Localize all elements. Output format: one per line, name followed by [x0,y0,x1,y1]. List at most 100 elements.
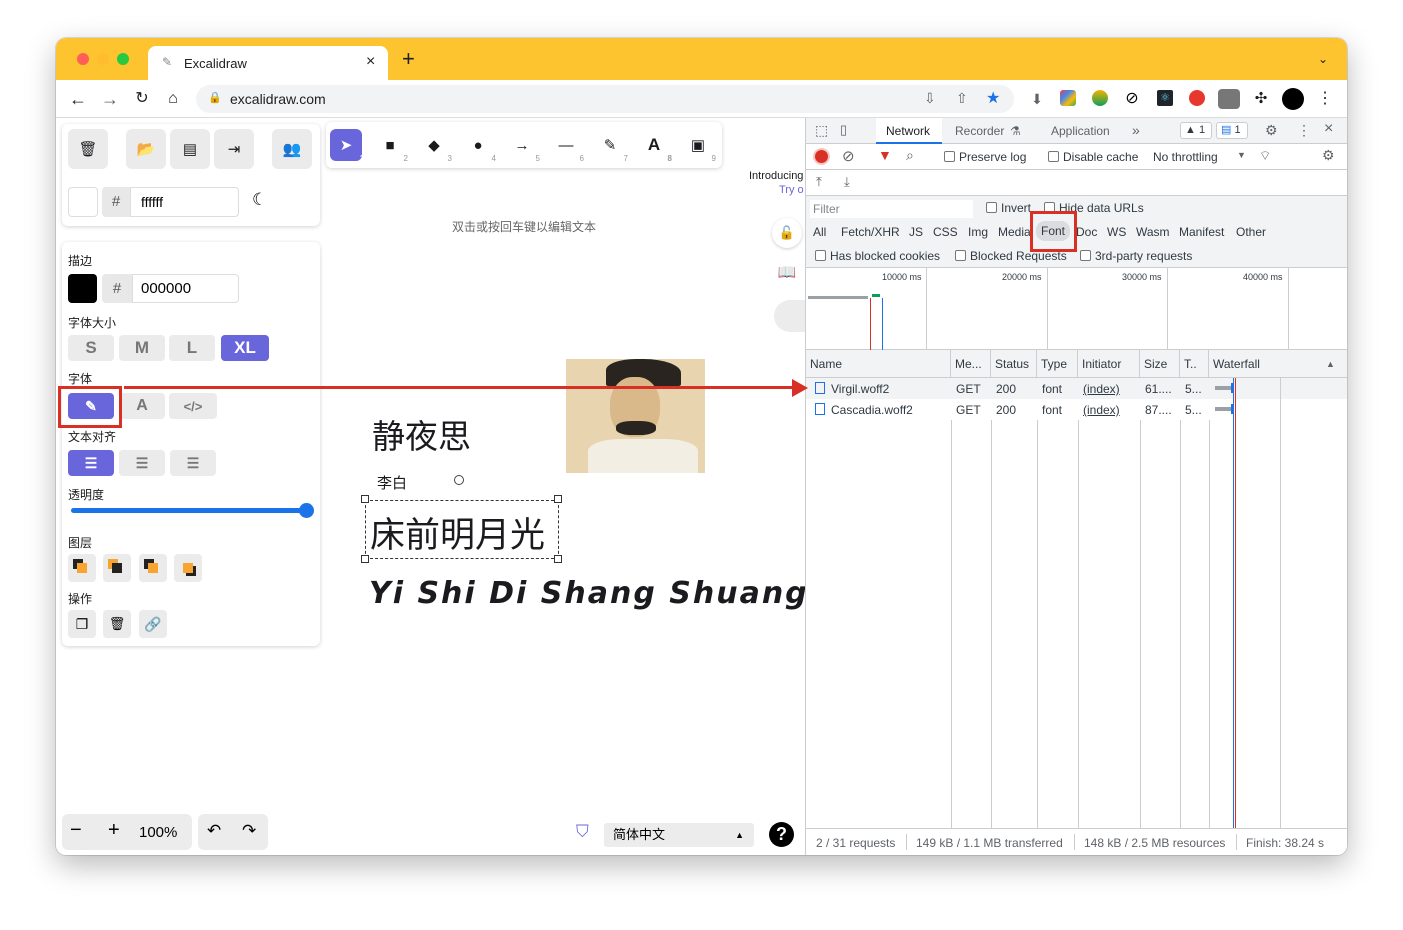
more-tabs-icon[interactable]: » [1132,122,1140,138]
export-har-icon[interactable]: ⤓ [844,174,850,190]
type-filter-manifest[interactable]: Manifest [1179,225,1224,239]
throttling-select[interactable]: No throttling [1153,150,1218,164]
rectangle-tool-button[interactable]: ■ 2 [374,129,408,164]
export-image-button[interactable]: ⇥ [214,129,254,169]
table-row[interactable]: Cascadia.woff2 GET 200 font (index) 87..… [806,399,1347,420]
align-left-button[interactable]: ☰ [68,450,114,476]
close-window-button[interactable] [77,53,89,65]
minimize-window-button[interactable] [97,53,109,65]
image-tool-button[interactable]: ▣ 9 [682,129,716,163]
diamond-tool-button[interactable]: ◆ 3 [418,129,452,163]
redo-icon[interactable]: ↷ [242,821,256,841]
third-party-checkbox[interactable]: 3rd-party requests [1080,249,1192,263]
font-size-s-button[interactable]: S [68,335,114,361]
rotate-handle[interactable] [454,475,464,485]
invert-checkbox[interactable]: Invert [986,201,1031,215]
align-center-button[interactable]: ☰ [119,450,165,476]
try-link[interactable]: Try o [779,184,804,196]
font-size-l-button[interactable]: L [169,335,215,361]
new-tab-button[interactable]: + [402,48,415,70]
draw-tool-button[interactable]: ✎ 7 [594,129,628,163]
extension-off-icon[interactable] [1218,89,1240,109]
disable-cache-checkbox[interactable]: Disable cache [1048,150,1138,164]
browser-tab[interactable]: ✎ Excalidraw × [148,46,388,80]
poem-pinyin[interactable]: Yi Shi Di Shang Shuang [369,576,809,611]
tab-application[interactable]: Application [1051,124,1110,138]
warnings-badge[interactable]: ▲ 1 [1180,122,1212,139]
network-conditions-icon[interactable]: ⌔ [1259,148,1271,164]
table-row[interactable]: Virgil.woff2 GET 200 font (index) 61....… [806,378,1347,399]
column-name[interactable]: Name [806,350,951,378]
react-devtools-icon[interactable]: ⚛ [1157,90,1173,106]
font-size-m-button[interactable]: M [119,335,165,361]
has-blocked-cookies-checkbox[interactable]: Has blocked cookies [815,249,940,263]
arrow-tool-button[interactable]: → 5 [506,129,541,164]
install-app-icon[interactable]: ⇩ [924,90,936,107]
resize-handle-sw[interactable] [361,555,369,563]
poem-line-1[interactable]: 床前明月光 [370,507,545,558]
preserve-log-checkbox[interactable]: Preserve log [944,150,1026,164]
bring-forward-button[interactable] [139,554,167,582]
portrait-image[interactable] [566,359,705,473]
close-tab-icon[interactable]: × [366,53,375,71]
live-collaboration-button[interactable]: 👥 [272,129,312,169]
link-button[interactable]: 🔗 [139,610,167,638]
filter-funnel-icon[interactable]: ▼ [878,147,892,163]
extension-block-icon[interactable]: ⊘ [1123,90,1141,108]
language-select[interactable]: 简体中文 ▲ [604,823,754,847]
bookmark-star-icon[interactable]: ★ [986,88,1000,108]
font-normal-button[interactable]: A [119,393,165,419]
open-button[interactable]: 📂 [126,129,166,169]
omnibox[interactable]: 🔒 excalidraw.com ⇩ ⇧ ★ [196,85,1014,113]
poem-author[interactable]: 李白 [377,472,407,493]
introducing-banner[interactable]: Introducing [749,170,803,182]
row-initiator[interactable]: (index) [1083,382,1120,396]
save-button[interactable]: ▤ [170,129,210,169]
zoom-level[interactable]: 100% [139,824,177,841]
extension-globe-icon[interactable] [1092,90,1108,106]
type-filter-media[interactable]: Media [998,225,1031,239]
tab-network[interactable]: Network [876,118,942,144]
ellipse-tool-button[interactable]: ● 4 [462,129,496,164]
library-button[interactable]: 📖 [772,258,802,288]
type-filter-doc[interactable]: Doc [1076,225,1097,239]
stroke-color-swatch[interactable] [68,274,97,303]
reload-icon[interactable]: ↻ [133,90,151,108]
network-settings-gear-icon[interactable]: ⚙ [1322,147,1335,164]
type-filter-ws[interactable]: WS [1107,225,1126,239]
delete-button[interactable]: 🗑 [103,610,131,638]
undo-icon[interactable]: ↶ [207,821,221,841]
extension-google-icon[interactable] [1060,90,1076,106]
dark-mode-moon-icon[interactable]: ☾ [252,190,267,210]
send-backward-button[interactable] [103,554,131,582]
text-tool-button[interactable]: A8 [638,129,672,163]
type-filter-all[interactable]: All [813,225,826,239]
align-right-button[interactable]: ☰ [170,450,216,476]
forward-icon[interactable]: → [101,90,119,108]
help-button[interactable]: ? [769,822,794,847]
row-initiator[interactable]: (index) [1083,403,1120,417]
poem-title[interactable]: 静夜思 [372,410,471,458]
zoom-in-button[interactable]: + [108,819,120,842]
column-type[interactable]: Type [1037,350,1078,378]
lock-tool-button[interactable]: 🔓 [772,218,802,248]
device-toolbar-icon[interactable]: ▯ [840,122,847,138]
duplicate-button[interactable]: ❐ [68,610,96,638]
devtools-menu-icon[interactable]: ⋮ [1297,122,1311,139]
column-time[interactable]: T.. [1180,350,1209,378]
send-to-back-button[interactable] [68,554,96,582]
profile-avatar[interactable] [1282,88,1304,110]
extensions-puzzle-icon[interactable]: ✣ [1252,90,1270,108]
import-har-icon[interactable]: ⤒ [816,174,822,190]
record-icon[interactable] [815,150,828,163]
tab-search-chevron-icon[interactable]: ⌄ [1318,52,1328,66]
close-devtools-icon[interactable]: × [1324,120,1333,138]
resize-handle-se[interactable] [554,555,562,563]
type-filter-css[interactable]: CSS [933,225,958,239]
inspect-element-icon[interactable]: ⬚ [815,122,828,139]
filter-input[interactable]: Filter [810,200,973,218]
column-initiator[interactable]: Initiator [1078,350,1140,378]
extension-red-icon[interactable] [1189,90,1205,106]
column-size[interactable]: Size [1140,350,1180,378]
type-filter-other[interactable]: Other [1236,225,1266,239]
